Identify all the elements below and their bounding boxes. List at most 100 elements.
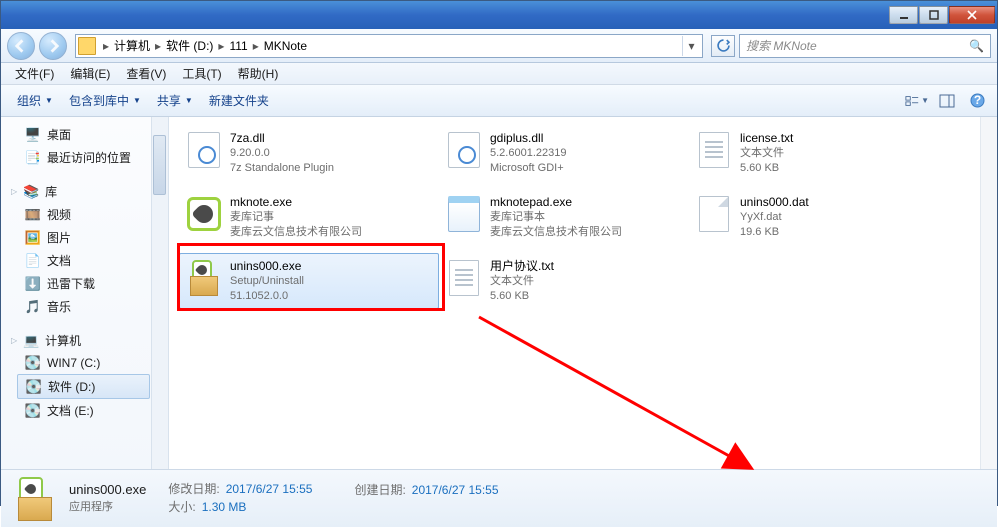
breadcrumb-seg[interactable]: 软件 (D:) <box>164 37 215 54</box>
breadcrumb-sep: ▸ <box>152 39 164 53</box>
file-meta: 9.20.0.0 <box>230 146 334 161</box>
selected-file-icon <box>13 477 57 521</box>
sidebar-item-drive-e[interactable]: 💽文档 (E:) <box>1 399 168 422</box>
document-icon: 📄 <box>25 253 41 269</box>
file-meta: 5.60 KB <box>490 289 554 304</box>
status-modified-value: 2017/6/27 15:55 <box>226 481 313 498</box>
file-name: unins000.dat <box>740 194 809 210</box>
file-meta: 麦库记事本 <box>490 210 622 225</box>
preview-pane-button[interactable] <box>935 90 959 112</box>
file-meta: 麦库记事 <box>230 210 362 225</box>
close-button[interactable] <box>949 6 995 24</box>
back-button[interactable] <box>7 32 35 60</box>
file-icon <box>696 130 732 170</box>
sidebar-group-computer[interactable]: ▷💻计算机 <box>1 328 168 352</box>
drive-icon: 💽 <box>26 379 42 395</box>
organize-button[interactable]: 组织▼ <box>9 88 61 113</box>
file-icon <box>186 258 222 298</box>
navigation-pane: 🖥️桌面 📑最近访问的位置 ▷📚库 🎞️视频 🖼️图片 📄文档 ⬇️迅雷下载 🎵… <box>1 117 169 469</box>
file-item[interactable]: gdiplus.dll5.2.6001.22319Microsoft GDI+ <box>439 125 689 181</box>
breadcrumb-sep: ▸ <box>215 39 227 53</box>
music-icon: 🎵 <box>25 299 41 315</box>
video-icon: 🎞️ <box>25 207 41 223</box>
breadcrumb-seg[interactable]: 111 <box>227 39 249 53</box>
status-size-label: 大小: <box>168 499 195 516</box>
address-dropdown[interactable]: ▾ <box>682 36 700 56</box>
file-item[interactable]: unins000.datYyXf.dat19.6 KB <box>689 189 909 245</box>
title-bar <box>1 1 997 29</box>
file-meta: 麦库云文信息技术有限公司 <box>490 225 622 240</box>
sidebar-item-music[interactable]: 🎵音乐 <box>1 295 168 318</box>
file-icon <box>696 194 732 234</box>
file-item[interactable]: mknotepad.exe麦库记事本麦库云文信息技术有限公司 <box>439 189 689 245</box>
breadcrumb-sep: ▸ <box>100 39 112 53</box>
breadcrumb-seg[interactable]: 计算机 <box>112 37 152 54</box>
minimize-button[interactable] <box>889 6 918 24</box>
sidebar-group-libraries[interactable]: ▷📚库 <box>1 179 168 203</box>
sidebar-item-desktop[interactable]: 🖥️桌面 <box>1 123 168 146</box>
file-name: 用户协议.txt <box>490 258 554 274</box>
file-item[interactable]: mknote.exe麦库记事麦库云文信息技术有限公司 <box>179 189 439 245</box>
file-item[interactable]: 7za.dll9.20.0.07z Standalone Plugin <box>179 125 439 181</box>
chevron-down-icon: ▷ <box>11 187 17 196</box>
menu-edit[interactable]: 编辑(E) <box>62 63 118 84</box>
sidebar-item-pictures[interactable]: 🖼️图片 <box>1 226 168 249</box>
status-created-label: 创建日期: <box>354 482 405 499</box>
file-meta: 19.6 KB <box>740 225 809 240</box>
desktop-icon: 🖥️ <box>25 127 41 143</box>
help-button[interactable]: ? <box>965 90 989 112</box>
sidebar-item-drive-c[interactable]: 💽WIN7 (C:) <box>1 352 168 374</box>
file-meta: 文本文件 <box>740 146 793 161</box>
command-bar: 组织▼ 包含到库中▼ 共享▼ 新建文件夹 ▼ ? <box>1 85 997 117</box>
picture-icon: 🖼️ <box>25 230 41 246</box>
sidebar-item-drive-d[interactable]: 💽软件 (D:) <box>17 374 150 399</box>
menu-file[interactable]: 文件(F) <box>7 63 62 84</box>
share-button[interactable]: 共享▼ <box>149 88 201 113</box>
file-icon <box>446 130 482 170</box>
new-folder-button[interactable]: 新建文件夹 <box>201 88 277 113</box>
nav-bar: ▸ 计算机 ▸ 软件 (D:) ▸ 111 ▸ MKNote ▾ 搜索 MKNo… <box>1 29 997 63</box>
menu-view[interactable]: 查看(V) <box>118 63 174 84</box>
file-meta: YyXf.dat <box>740 210 809 225</box>
file-meta: 文本文件 <box>490 274 554 289</box>
file-meta: Microsoft GDI+ <box>490 161 566 176</box>
status-size-value: 1.30 MB <box>202 499 247 516</box>
sidebar-item-videos[interactable]: 🎞️视频 <box>1 203 168 226</box>
address-bar[interactable]: ▸ 计算机 ▸ 软件 (D:) ▸ 111 ▸ MKNote ▾ <box>75 34 703 58</box>
breadcrumb-seg[interactable]: MKNote <box>262 39 309 53</box>
menu-help[interactable]: 帮助(H) <box>230 63 287 84</box>
include-library-button[interactable]: 包含到库中▼ <box>61 88 149 113</box>
file-meta: 5.60 KB <box>740 161 793 176</box>
annotation-arrow <box>419 287 759 477</box>
content-scrollbar[interactable] <box>980 117 997 469</box>
search-icon: 🔍 <box>969 39 984 53</box>
menu-tools[interactable]: 工具(T) <box>174 63 229 84</box>
file-meta: Setup/Uninstall <box>230 274 304 289</box>
computer-icon: 💻 <box>23 333 39 349</box>
file-name: mknotepad.exe <box>490 194 622 210</box>
recent-icon: 📑 <box>25 150 41 166</box>
sidebar-item-recent[interactable]: 📑最近访问的位置 <box>1 146 168 169</box>
status-created-value: 2017/6/27 15:55 <box>412 482 499 499</box>
file-item[interactable]: license.txt文本文件5.60 KB <box>689 125 909 181</box>
search-placeholder: 搜索 MKNote <box>746 37 817 54</box>
search-input[interactable]: 搜索 MKNote 🔍 <box>739 34 991 58</box>
sidebar-item-downloads[interactable]: ⬇️迅雷下载 <box>1 272 168 295</box>
file-name: mknote.exe <box>230 194 362 210</box>
file-item[interactable]: unins000.exeSetup/Uninstall51.1052.0.0 <box>179 253 439 309</box>
file-name: unins000.exe <box>230 258 304 274</box>
breadcrumb-sep: ▸ <box>250 39 262 53</box>
svg-text:?: ? <box>973 93 980 107</box>
file-item[interactable]: 用户协议.txt文本文件5.60 KB <box>439 253 689 309</box>
sidebar-scrollbar[interactable] <box>151 117 168 469</box>
sidebar-item-documents[interactable]: 📄文档 <box>1 249 168 272</box>
chevron-down-icon: ▷ <box>11 336 17 345</box>
status-filetype: 应用程序 <box>69 500 146 516</box>
status-filename: unins000.exe <box>69 481 146 500</box>
refresh-button[interactable] <box>711 35 735 57</box>
forward-button[interactable] <box>39 32 67 60</box>
view-options-button[interactable]: ▼ <box>905 90 929 112</box>
file-icon <box>186 194 222 234</box>
maximize-button[interactable] <box>919 6 948 24</box>
menu-bar: 文件(F) 编辑(E) 查看(V) 工具(T) 帮助(H) <box>1 63 997 85</box>
